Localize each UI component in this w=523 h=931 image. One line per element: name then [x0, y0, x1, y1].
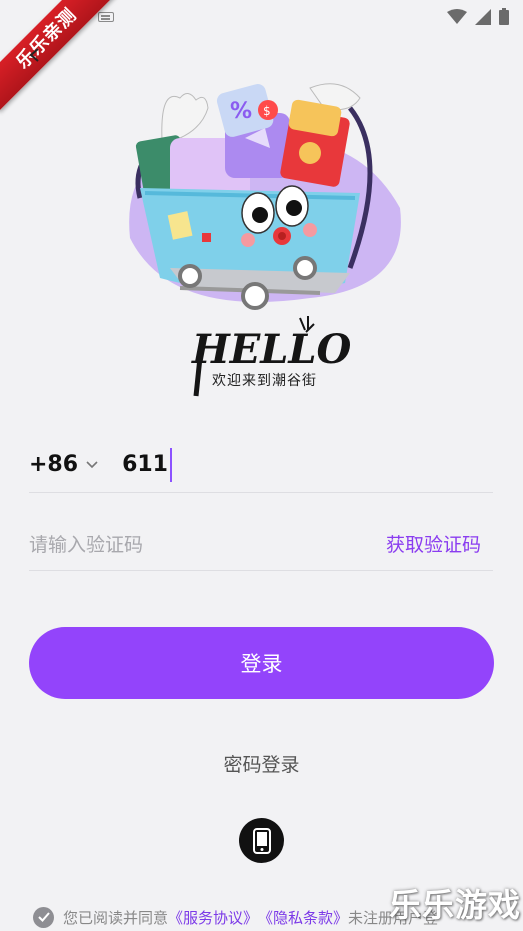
country-code-selector[interactable]: +86 — [29, 452, 98, 477]
login-button-label: 登录 — [240, 652, 283, 676]
verification-code-row: 请输入验证码 获取验证码 — [29, 516, 493, 571]
wifi-icon — [447, 8, 467, 24]
phone-number-value: 611 — [122, 452, 168, 477]
check-icon — [37, 912, 50, 922]
login-button[interactable]: 登录 — [29, 627, 494, 699]
svg-text:$: $ — [263, 104, 271, 118]
signal-icon — [475, 8, 491, 25]
svg-text:%: % — [230, 99, 252, 124]
shopping-cart-mascot-illustration: % $ HELLO — [129, 83, 401, 397]
country-code-label: +86 — [29, 452, 79, 477]
verification-code-input[interactable]: 请输入验证码 — [29, 530, 143, 557]
agree-checkbox[interactable] — [33, 906, 54, 928]
text-cursor — [170, 447, 172, 482]
get-code-button[interactable]: 获取验证码 — [386, 530, 481, 557]
phone-row: +86 611 — [29, 437, 493, 493]
keyboard-icon — [98, 12, 114, 22]
phone-login-button[interactable] — [239, 818, 284, 863]
chevron-down-icon — [86, 460, 98, 468]
battery-icon — [499, 8, 509, 25]
agreement-prefix: 您已阅读并同意 — [63, 908, 169, 927]
service-agreement-link[interactable]: 《服务协议》 — [168, 907, 258, 928]
hero-tagline: 欢迎来到潮谷街 — [212, 373, 317, 389]
site-watermark: 乐乐游戏 — [388, 886, 521, 924]
phone-number-input[interactable]: 611 — [122, 447, 172, 482]
back-arrow-icon[interactable] — [28, 48, 42, 62]
svg-text:HELLO: HELLO — [191, 326, 352, 373]
status-icons — [447, 8, 509, 25]
smartphone-icon — [252, 827, 271, 854]
password-login-link[interactable]: 密码登录 — [0, 750, 523, 777]
privacy-policy-link[interactable]: 《隐私条款》 — [258, 907, 348, 928]
